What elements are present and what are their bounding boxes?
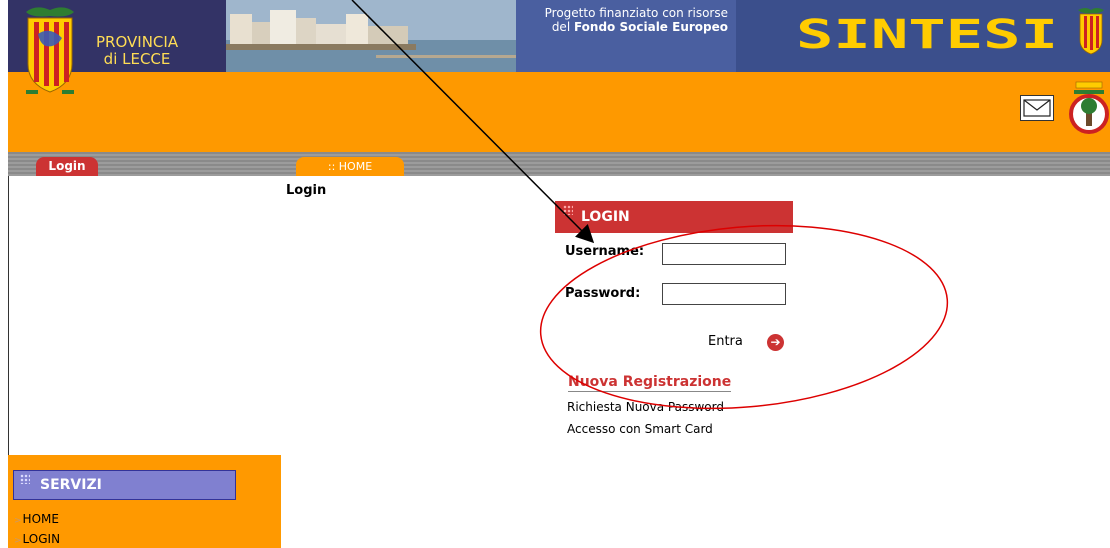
small-coat-of-arms-icon	[1078, 8, 1104, 55]
servizi-header: SERVIZI	[13, 470, 236, 500]
tab-login[interactable]: Login	[36, 157, 98, 176]
password-input[interactable]	[662, 283, 786, 305]
servizi-title: SERVIZI	[40, 477, 102, 493]
login-box-title: LOGIN	[581, 209, 630, 225]
submit-link[interactable]: Entra	[708, 334, 743, 349]
province-name: PROVINCIA di LECCE	[96, 34, 178, 68]
dots-icon	[20, 474, 30, 484]
fse-note: Progetto finanziato con risorse del Fond…	[516, 6, 728, 34]
sidebar-item-label: HOME	[22, 512, 59, 526]
password-label: Password:	[565, 286, 641, 301]
sidebar-item-login[interactable]: >LOGIN	[14, 532, 60, 546]
province-line-1: PROVINCIA	[96, 33, 179, 51]
nav-bar: Login :: HOME	[8, 152, 1110, 176]
annotation-circle	[539, 224, 949, 410]
new-registration-link[interactable]: Nuova Registrazione	[568, 374, 732, 392]
login-box-header: LOGIN	[555, 201, 793, 233]
province-coat-of-arms-icon	[26, 7, 74, 94]
smart-card-link[interactable]: Accesso con Smart Card	[567, 422, 713, 436]
sidebar-item-home[interactable]: >HOME	[14, 512, 59, 526]
puglia-region-emblem-icon	[1069, 81, 1109, 134]
servizi-panel: SERVIZI >HOME >LOGIN	[8, 455, 281, 548]
fse-line-2-prefix: del	[551, 20, 574, 34]
fse-line-2-bold: Fondo Sociale Europeo	[573, 20, 728, 34]
fse-line-2: del Fondo Sociale Europeo	[516, 20, 728, 34]
tab-home[interactable]: :: HOME	[296, 157, 404, 176]
province-line-2: di LECCE	[103, 50, 171, 68]
fse-line-1: Progetto finanziato con risorse	[544, 6, 728, 20]
site-header: PROVINCIA di LECCE Progetto finanziato c…	[8, 0, 1110, 152]
sintesi-logo-text: SINTESI	[796, 14, 1058, 54]
dots-icon	[563, 205, 573, 215]
sidebar-item-label: LOGIN	[22, 532, 61, 546]
mail-icon[interactable]	[1020, 95, 1054, 121]
username-input[interactable]	[662, 243, 786, 265]
sintesi-logo: SINTESI	[796, 14, 1058, 54]
chevron-right-icon: >	[14, 536, 22, 546]
page-title: Login	[286, 183, 327, 198]
new-password-link[interactable]: Richiesta Nuova Password	[567, 400, 724, 414]
username-label: Username:	[565, 244, 645, 259]
lecce-coast-photo	[226, 0, 516, 72]
chevron-right-icon: >	[14, 516, 22, 526]
arrow-right-icon[interactable]: ➔	[767, 334, 784, 351]
